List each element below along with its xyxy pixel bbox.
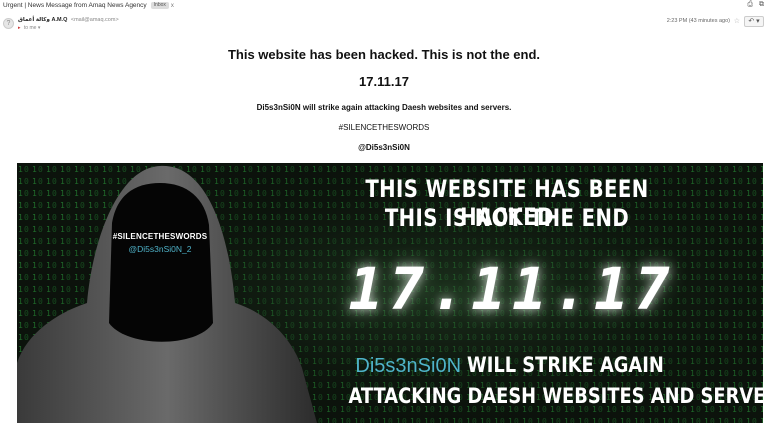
message-handle: @Di5s3nSi0N bbox=[358, 143, 410, 152]
printer-icon[interactable]: ⎙ bbox=[747, 1, 753, 9]
banner-group-name: Di5s3nSi0N bbox=[355, 355, 462, 377]
message-date: 17.11.17 bbox=[359, 74, 409, 89]
remove-label-icon[interactable]: x bbox=[171, 3, 174, 9]
recipient-line[interactable]: ▸ to me ▾ bbox=[18, 25, 40, 31]
banner-handle: @Di5s3nSi0N_2 bbox=[128, 244, 192, 254]
recipient-text: to me bbox=[23, 25, 37, 31]
message-timestamp: 2:23 PM (43 minutes ago) bbox=[666, 18, 730, 24]
hacked-banner-image: 1 0 #SILENCETHESWORDS @Di5s3nSi0N_2 THIS… bbox=[17, 163, 763, 423]
email-subject: Urgent | News Message from Amaq News Age… bbox=[3, 2, 147, 9]
banner-date: 17.11.17 bbox=[348, 255, 676, 323]
banner-attack-line: ATTACKING DAESH WEBSITES AND SERVERS bbox=[348, 384, 764, 408]
sender-display-name: وكالة أعماق A.M.Q bbox=[18, 17, 68, 23]
importance-marker-icon: ▸ bbox=[18, 25, 21, 31]
avatar[interactable]: ? bbox=[3, 18, 14, 29]
sender-name[interactable]: وكالة أعماق A.M.Q <mail@amaq.com> bbox=[18, 17, 119, 23]
sender-email: <mail@amaq.com> bbox=[70, 17, 119, 23]
email-header-bar: Urgent | News Message from Amaq News Age… bbox=[0, 0, 768, 11]
recipient-dropdown-icon[interactable]: ▾ bbox=[38, 25, 41, 31]
sender-row: ? وكالة أعماق A.M.Q <mail@amaq.com> ▸ to… bbox=[0, 14, 768, 34]
reply-button[interactable]: ↶ ▾ bbox=[744, 16, 764, 27]
header-actions: ⎙ ⧉ bbox=[747, 1, 764, 9]
banner-strike-text: WILL STRIKE AGAIN bbox=[467, 353, 664, 377]
message-strike-line: Di5s3nSi0N will strike again attacking D… bbox=[256, 103, 512, 112]
new-window-icon[interactable]: ⧉ bbox=[759, 1, 764, 9]
star-icon[interactable]: ☆ bbox=[734, 17, 740, 25]
message-hashtag: #SILENCETHESWORDS bbox=[338, 123, 430, 132]
inbox-label[interactable]: Inbox bbox=[150, 2, 169, 9]
banner-hashtag: #SILENCETHESWORDS bbox=[112, 232, 208, 241]
message-headline: This website has been hacked. This is no… bbox=[227, 47, 541, 62]
banner-title-line2: THIS IS NOT THE END bbox=[384, 204, 630, 232]
banner-strike-line: Di5s3nSi0N WILL STRIKE AGAIN bbox=[317, 353, 737, 378]
